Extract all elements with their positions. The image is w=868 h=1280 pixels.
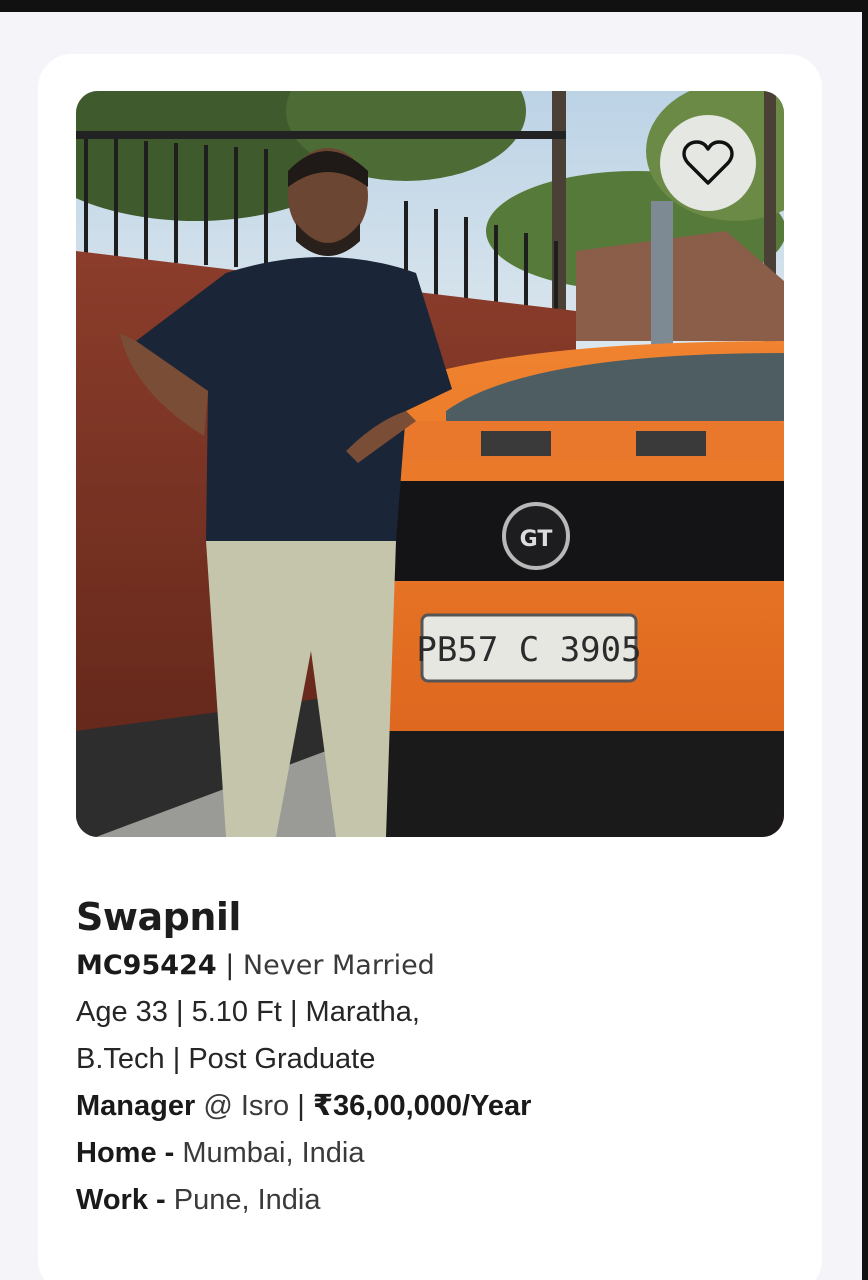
education-line: B.Tech | Post Graduate: [76, 1036, 784, 1083]
separator: |: [172, 1043, 181, 1075]
profile-id: MC95424: [76, 950, 217, 981]
career-line: Manager @ Isro | ₹36,00,000/Year: [76, 1083, 784, 1130]
home-label: Home -: [76, 1137, 175, 1169]
community: Maratha,: [305, 996, 420, 1028]
separator: |: [175, 996, 184, 1028]
at-symbol: @: [203, 1090, 233, 1122]
profile-card[interactable]: GT PB57 C 3905 Swapnil MC95424 | Never M…: [38, 54, 822, 1280]
screen-edge: [862, 0, 868, 1280]
salary: ₹36,00,000/Year: [312, 1090, 532, 1122]
profile-photo[interactable]: GT PB57 C 3905: [76, 91, 784, 837]
photo-badge-text: GT: [520, 527, 553, 552]
marital-status: Never Married: [242, 950, 435, 981]
age-height-line: Age 33 | 5.10 Ft | Maratha,: [76, 989, 784, 1036]
separator: |: [289, 996, 298, 1028]
age: Age 33: [76, 996, 168, 1028]
home-line: Home - Mumbai, India: [76, 1130, 784, 1177]
degree: B.Tech: [76, 1043, 165, 1075]
favorite-button[interactable]: [660, 115, 756, 211]
status-bar: [0, 0, 868, 12]
heart-outline-icon: [682, 140, 734, 185]
separator: |: [297, 1090, 305, 1122]
separator: |: [225, 950, 235, 981]
height: 5.10 Ft: [191, 996, 282, 1028]
profile-info: Swapnil MC95424 | Never Married Age 33 |…: [76, 892, 784, 1224]
designation: Manager: [76, 1090, 196, 1122]
photo-plate-text: PB57 C 3905: [416, 630, 641, 670]
id-status-line: MC95424 | Never Married: [76, 942, 784, 989]
work-line: Work - Pune, India: [76, 1177, 784, 1224]
home-location: Mumbai, India: [182, 1137, 365, 1169]
work-label: Work -: [76, 1184, 166, 1216]
work-location: Pune, India: [173, 1184, 321, 1216]
profile-name[interactable]: Swapnil: [76, 892, 784, 942]
profile-photo-illustration: GT PB57 C 3905: [76, 91, 784, 837]
education-level: Post Graduate: [188, 1043, 376, 1075]
company: Isro: [240, 1090, 290, 1122]
